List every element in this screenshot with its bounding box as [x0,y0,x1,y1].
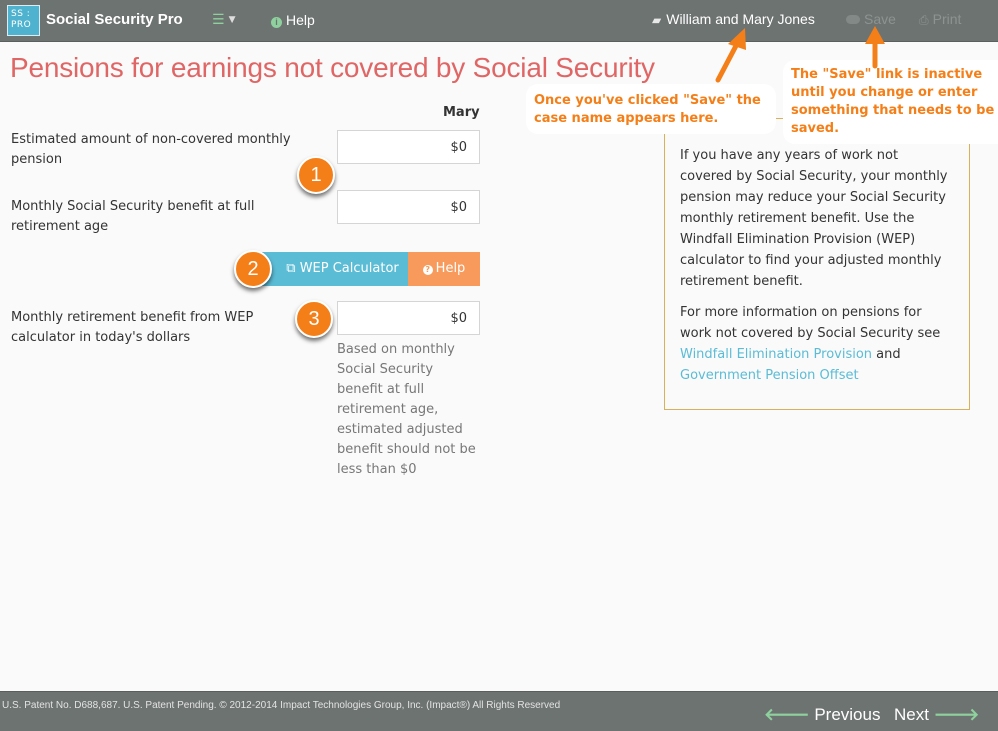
wep-info-link[interactable]: Windfall Elimination Provision [680,347,872,362]
wep-helper-text: Based on monthly Social Security benefit… [337,342,476,477]
ss-benefit-fra-label: Monthly Social Security benefit at full … [11,199,255,234]
info-icon: i [271,17,282,28]
top-navbar: SS : PRO Social Security Pro ☰ ▼ i Help ▰ W… [0,0,998,42]
step-badge-1: 1 [297,156,335,194]
previous-label: Previous [814,705,881,724]
save-annotation: The "Save" link is inactive until you ch… [783,60,998,144]
gpo-info-link[interactable]: Government Pension Offset [680,368,859,383]
cloud-icon [846,15,860,24]
non-covered-pension-input[interactable] [337,130,480,164]
print-link[interactable]: ⎙ Print [919,11,961,28]
case-name-link[interactable]: ▰ William and Mary Jones [652,11,815,27]
nav-help-label: Help [286,12,315,28]
print-icon: ⎙ [919,13,929,27]
question-circle-icon: ? [422,265,433,275]
arrow-right-icon: 🡒 [933,705,980,724]
next-button[interactable]: Next 🡒 [894,705,979,725]
save-label: Save [864,11,896,27]
help-button-label: Help [435,261,466,276]
logo-line2: PRO [11,20,32,30]
non-covered-pension-label: Estimated amount of non-covered monthly … [11,132,291,167]
copyright-text: U.S. Patent No. D688,687. U.S. Patent Pe… [2,700,561,711]
arrow-left-icon: 🡐 [764,705,810,724]
caret-down-icon: ▼ [228,15,236,25]
save-link[interactable]: Save [846,11,896,27]
info-paragraph-2: For more information on pensions for wor… [680,302,954,386]
page-title: Pensions for earnings not covered by Soc… [10,52,655,83]
ss-benefit-fra-input[interactable] [337,190,480,224]
list-icon: ☰ [212,12,225,28]
step-badge-2: 2 [234,250,272,288]
case-name-annotation: Once you've clicked "Save" the case name… [526,84,776,134]
info-paragraph-2-text: For more information on pensions for wor… [680,305,941,341]
case-name-label: William and Mary Jones [666,11,815,27]
previous-button[interactable]: 🡐 Previous [764,705,880,725]
wep-benefit-input[interactable] [337,301,480,335]
brand-name[interactable]: Social Security Pro [46,11,183,28]
logo-line1: SS : [11,9,31,19]
wep-benefit-label: Monthly retirement benefit from WEP calc… [11,310,254,345]
app-logo[interactable]: SS : PRO [7,5,40,36]
nav-help-link[interactable]: i Help [271,12,315,28]
wep-button-label: WEP Calculator [299,261,399,276]
menu-dropdown-button[interactable]: ☰ ▼ [212,12,235,28]
wep-help-button[interactable]: ? Help [408,252,480,286]
info-and-text: and [876,347,901,362]
info-panel: If you have any years of work not covere… [664,118,970,410]
wep-calculator-button[interactable]: ⧉ WEP Calculator [262,252,409,286]
step-badge-3: 3 [295,300,333,338]
print-label: Print [932,11,962,27]
footer-bar: U.S. Patent No. D688,687. U.S. Patent Pe… [0,691,998,731]
folder-open-icon: ▰ [652,13,662,27]
column-header-mary: Mary [443,105,480,120]
external-link-icon: ⧉ [286,261,296,276]
next-label: Next [894,705,929,724]
info-paragraph-1: If you have any years of work not covere… [680,148,948,289]
